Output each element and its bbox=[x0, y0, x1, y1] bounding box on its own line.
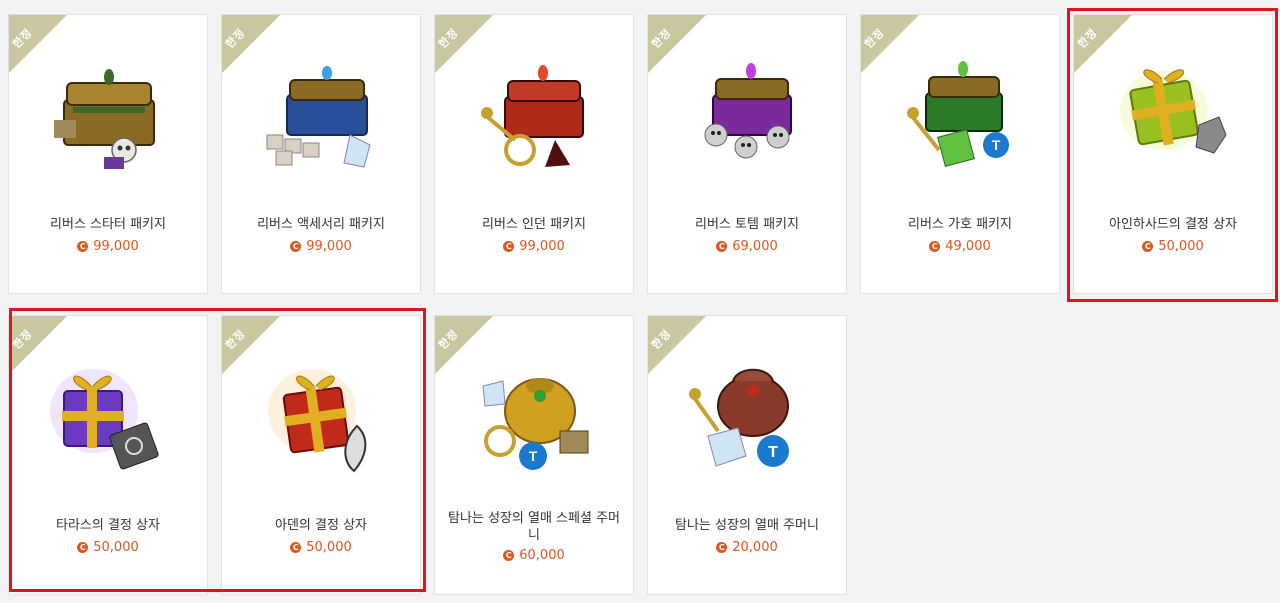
pouch-icon: T bbox=[482, 378, 589, 470]
chest-icon bbox=[704, 63, 792, 159]
coin-icon: C bbox=[503, 241, 515, 252]
product-card-rebirth-blessing[interactable]: 한정 T 리버스 가호 패키지 C 49,000 bbox=[860, 14, 1060, 294]
product-price: C 20,000 bbox=[648, 540, 846, 555]
pouch-icon: T bbox=[689, 368, 789, 467]
product-card-rebirth-accessory[interactable]: 한정 리버스 액세서리 패키지 C 99,000 bbox=[221, 14, 421, 294]
product-name: 리버스 토템 패키지 bbox=[695, 217, 799, 232]
coin-icon: C bbox=[503, 550, 515, 561]
product-card-einhasad-crystal-box[interactable]: 한정 아인하사드의 결정 상자 C 50,000 bbox=[1073, 14, 1273, 294]
product-price: C 60,000 bbox=[435, 548, 633, 563]
svg-text:T: T bbox=[992, 137, 1001, 153]
product-card-growth-fruit-pouch[interactable]: 한정 T 탐나는 성장의 열매 주머니 C 20,000 bbox=[647, 315, 847, 595]
product-card-rebirth-dungeon[interactable]: 한정 리버스 인던 패키지 C 99,000 bbox=[434, 14, 634, 294]
product-price: C 50,000 bbox=[222, 540, 420, 555]
product-name: 리버스 스타터 패키지 bbox=[50, 217, 166, 232]
gift-box-icon bbox=[1120, 69, 1227, 154]
product-price: C 99,000 bbox=[435, 239, 633, 254]
product-price: C 49,000 bbox=[861, 239, 1059, 254]
product-name: 리버스 인던 패키지 bbox=[482, 217, 586, 232]
product-name: 아인하사드의 결정 상자 bbox=[1109, 217, 1237, 232]
product-card-rebirth-starter[interactable]: 한정 리버스 스타터 패키지 C 99,000 bbox=[8, 14, 208, 294]
product-price: C 99,000 bbox=[9, 239, 207, 254]
coin-icon: C bbox=[716, 542, 728, 553]
coin-icon: C bbox=[1142, 241, 1154, 252]
product-name: 아덴의 결정 상자 bbox=[275, 518, 367, 533]
svg-text:T: T bbox=[768, 444, 778, 461]
gift-box-icon bbox=[268, 369, 367, 473]
svg-text:T: T bbox=[529, 448, 538, 464]
product-name: 탐나는 성장의 열매 스페셜 주머니 bbox=[447, 511, 620, 543]
chest-icon bbox=[54, 69, 155, 169]
coin-icon: C bbox=[77, 542, 89, 553]
coin-icon: C bbox=[290, 542, 302, 553]
gift-box-icon bbox=[50, 369, 159, 470]
product-price: C 69,000 bbox=[648, 239, 846, 254]
product-name: 탐나는 성장의 열매 주머니 bbox=[675, 518, 819, 533]
chest-icon bbox=[481, 65, 584, 167]
product-card-rebirth-totem[interactable]: 한정 리버스 토템 패키지 C 69,000 bbox=[647, 14, 847, 294]
product-name: 리버스 가호 패키지 bbox=[908, 217, 1012, 232]
product-name: 타라스의 결정 상자 bbox=[56, 518, 160, 533]
product-name: 리버스 액세서리 패키지 bbox=[257, 217, 385, 232]
coin-icon: C bbox=[77, 241, 89, 252]
product-price: C 50,000 bbox=[9, 540, 207, 555]
product-card-growth-fruit-special-pouch[interactable]: 한정 T 탐나는 성장의 열매 스페셜 주머니 C 60,000 bbox=[434, 315, 634, 595]
product-card-taras-crystal-box[interactable]: 한정 타라스의 결정 상자 C 50,000 bbox=[8, 315, 208, 595]
chest-icon bbox=[266, 66, 371, 168]
product-price: C 50,000 bbox=[1074, 239, 1272, 254]
coin-icon: C bbox=[290, 241, 302, 252]
coin-icon: C bbox=[716, 241, 728, 252]
product-card-aden-crystal-box[interactable]: 한정 아덴의 결정 상자 C 50,000 bbox=[221, 315, 421, 595]
chest-icon: T bbox=[907, 61, 1009, 167]
product-price: C 99,000 bbox=[222, 239, 420, 254]
coin-icon: C bbox=[929, 241, 941, 252]
